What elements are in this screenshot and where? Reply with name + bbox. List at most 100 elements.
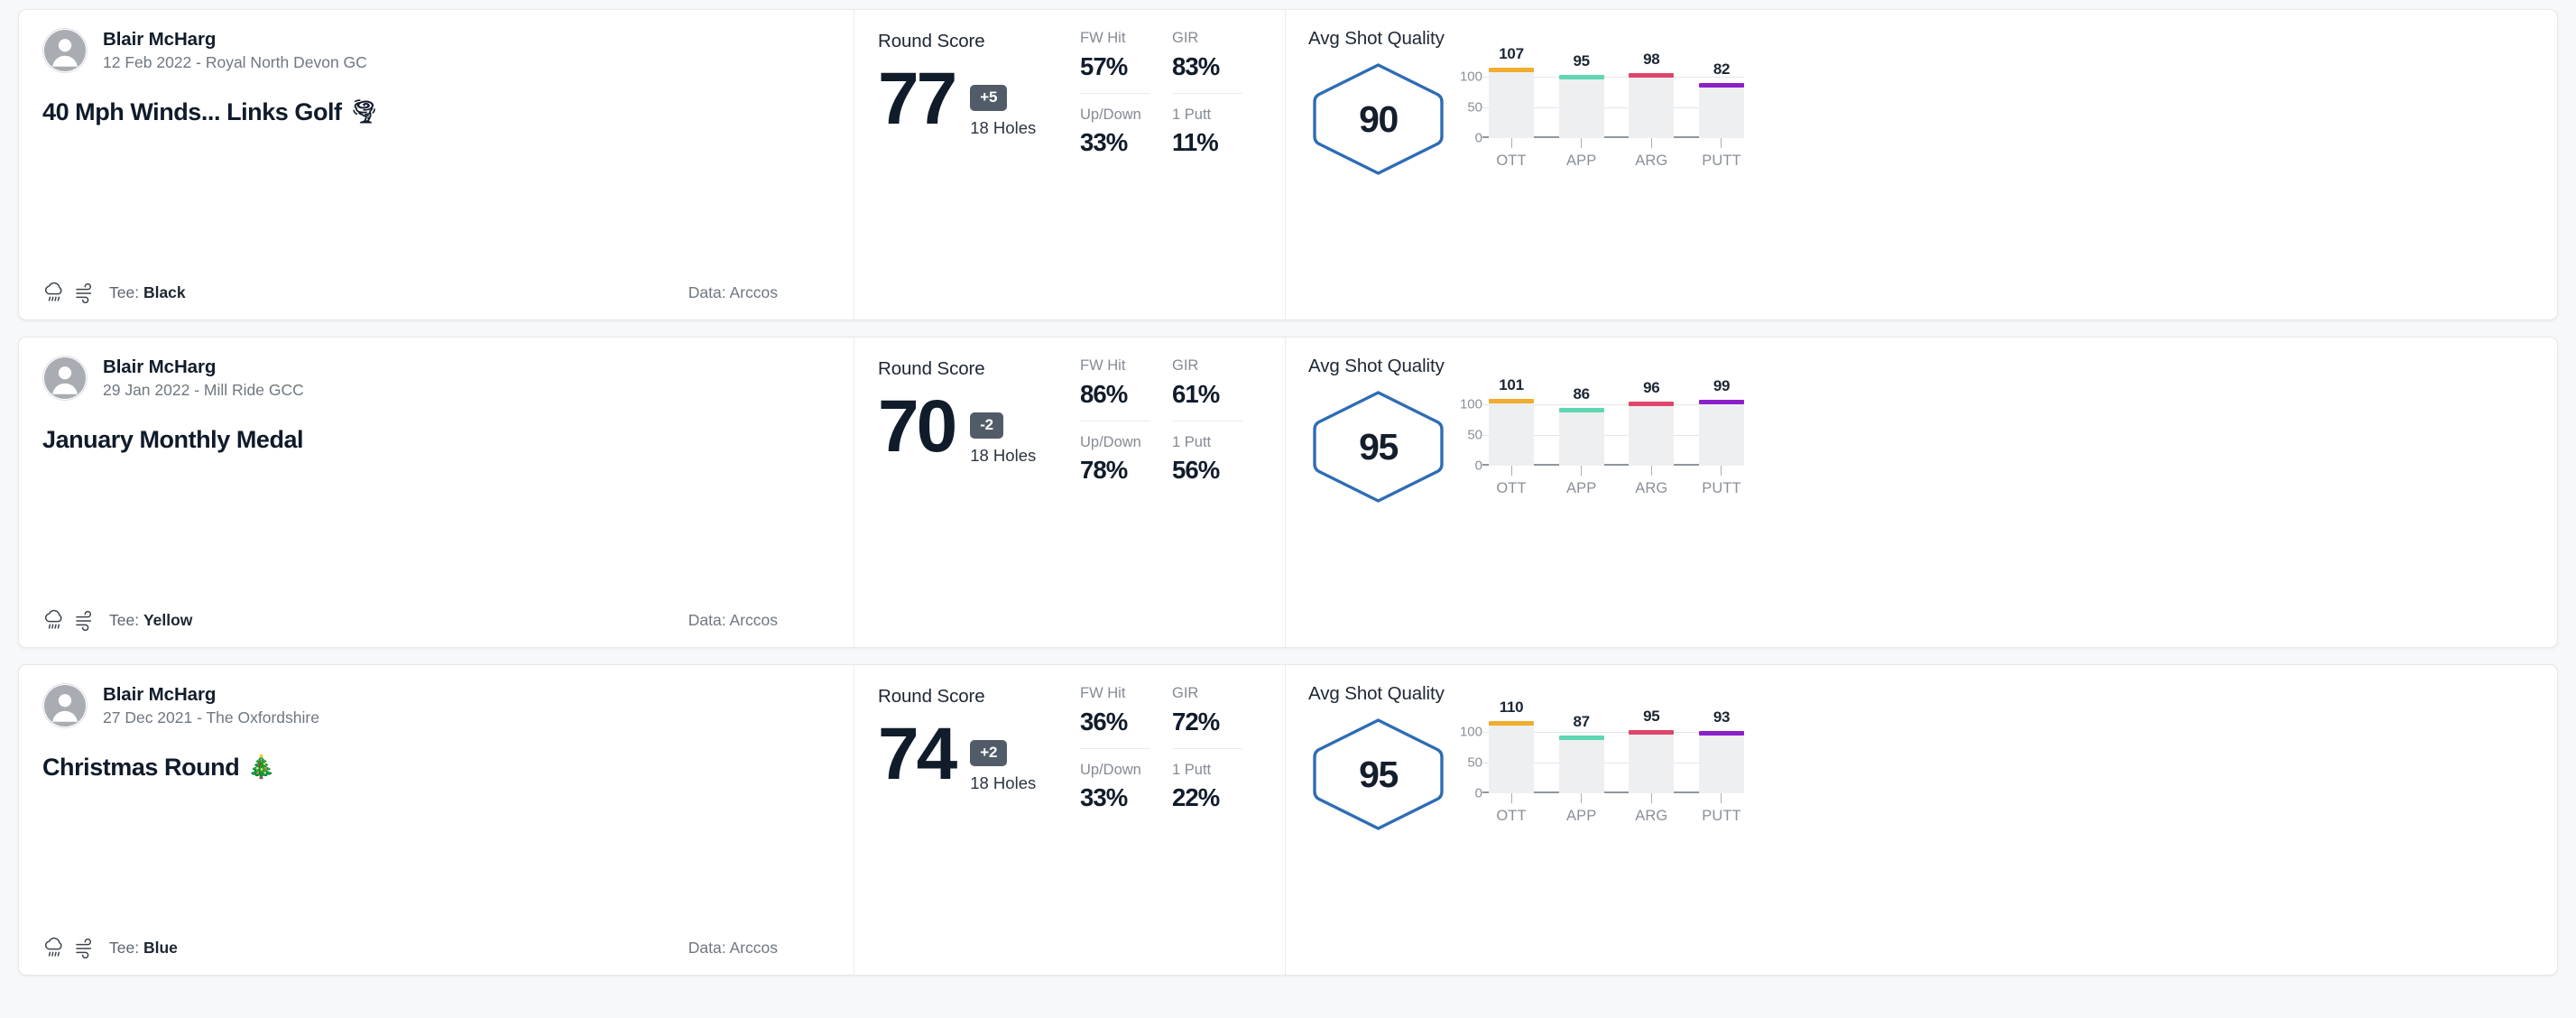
rain-cloud-icon: [42, 937, 66, 958]
bar-cap-app: [1558, 408, 1604, 413]
round-stats-grid: FW Hit 57% GIR 83% Up/Down 33% 1 Putt 11%: [1080, 28, 1285, 303]
chart-bars: 107 95 98 82: [1489, 45, 1744, 138]
stat-value: 72%: [1172, 707, 1220, 736]
y-axis-tick-label: 0: [1474, 785, 1482, 801]
chart-x-labels: OTT APP ARG PUTT: [1489, 480, 1744, 497]
chart-x-labels: OTT APP ARG PUTT: [1489, 808, 1744, 825]
bar-value-label: 93: [1713, 708, 1731, 726]
bar-track: [1629, 730, 1675, 793]
bar-value-label: 86: [1573, 385, 1591, 403]
round-title[interactable]: Christmas Round 🎄: [42, 753, 830, 782]
bar-value-label: 95: [1643, 708, 1660, 726]
avg-shot-quality-value: 95: [1359, 425, 1399, 467]
stat-cell: FW Hit 86%: [1080, 357, 1150, 421]
y-axis-tick-label: 50: [1467, 427, 1482, 443]
x-axis-label-putt: PUTT: [1702, 808, 1741, 824]
data-source-label: Data: Arccos: [688, 938, 778, 957]
bar-track: [1558, 735, 1604, 793]
x-tick-mark: [1629, 793, 1674, 805]
round-card[interactable]: Blair McHarg 27 Dec 2021 - The Oxfordshir…: [18, 664, 2558, 976]
round-stats-grid: FW Hit 86% GIR 61% Up/Down 78% 1 Putt 56%: [1080, 356, 1285, 631]
stat-cell: Up/Down 33%: [1080, 762, 1150, 825]
user-row: Blair McHarg 12 Feb 2022 - Royal North De…: [42, 28, 830, 73]
stat-value: 61%: [1172, 379, 1220, 408]
round-date-course: 29 Jan 2022 - Mill Ride GCC: [103, 380, 304, 399]
stat-cell: FW Hit 57%: [1080, 30, 1150, 94]
stat-cell: 1 Putt 11%: [1172, 106, 1242, 170]
round-score-section: Round Score 70 -2 18 Holes FW Hit 86% GIR 61% Up…: [854, 338, 1285, 647]
chart-bar-putt[interactable]: 99: [1698, 377, 1744, 466]
stat-name: FW Hit: [1080, 357, 1126, 374]
stat-name: FW Hit: [1080, 30, 1126, 46]
stat-value: 33%: [1080, 128, 1128, 157]
x-tick-mark: [1629, 138, 1674, 150]
chart-bar-app[interactable]: 87: [1558, 713, 1604, 793]
user-meta: Blair McHarg 29 Jan 2022 - Mill Ride GCC: [103, 356, 304, 400]
holes-played-label: 18 Holes: [970, 773, 1037, 792]
round-card[interactable]: Blair McHarg 29 Jan 2022 - Mill Ride GCC J…: [18, 337, 2558, 648]
avg-shot-quality-label: Avg Shot Quality: [1308, 28, 1445, 49]
avatar[interactable]: [42, 683, 88, 728]
x-axis-label-putt: PUTT: [1702, 153, 1741, 169]
tee-prefix: Tee:: [109, 282, 140, 301]
shot-quality-chart: 100 50 0 101 86 96 99 OTT APP ARG PUTT: [1455, 376, 2534, 504]
chart-bar-app[interactable]: 95: [1558, 52, 1604, 138]
avg-shot-quality-hexagon: 95: [1308, 716, 1448, 833]
chart-bar-app[interactable]: 86: [1558, 385, 1604, 466]
stat-cell: FW Hit 36%: [1080, 685, 1150, 749]
bar-cap-ott: [1489, 720, 1534, 726]
round-score-section: Round Score 77 +5 18 Holes FW Hit 57% GIR 83% Up…: [854, 10, 1285, 319]
to-par-badge: -2: [970, 412, 1003, 439]
bar-track: [1629, 402, 1675, 466]
bar-cap-arg: [1629, 73, 1675, 79]
rounds-feed: Blair McHarg 12 Feb 2022 - Royal North De…: [0, 0, 2576, 990]
bar-value-label: 101: [1499, 375, 1524, 393]
score-block: Round Score 74 +2 18 Holes: [878, 683, 1075, 958]
chart-bar-arg[interactable]: 96: [1629, 379, 1675, 466]
chart-bar-putt[interactable]: 93: [1698, 708, 1744, 793]
stat-name: GIR: [1172, 685, 1199, 701]
round-score-label: Round Score: [878, 686, 985, 707]
stat-name: Up/Down: [1080, 761, 1141, 778]
user-meta: Blair McHarg 27 Dec 2021 - The Oxfordshir…: [103, 684, 319, 727]
chart-x-labels: OTT APP ARG PUTT: [1489, 153, 1744, 170]
avatar[interactable]: [42, 356, 88, 401]
chart-bar-ott[interactable]: 110: [1489, 699, 1534, 793]
bar-value-label: 110: [1499, 698, 1524, 716]
holes-played-label: 18 Holes: [970, 445, 1037, 465]
score-row: 77 +5 18 Holes: [878, 58, 1075, 140]
chart-plot-area: 110 87 95 93: [1482, 699, 1744, 793]
chart-bar-ott[interactable]: 107: [1489, 45, 1534, 138]
bar-cap-arg: [1629, 730, 1675, 736]
bar-track: [1629, 73, 1675, 138]
round-footer: Tee: Black Data: Arccos: [42, 282, 830, 303]
round-title[interactable]: January Monthly Medal: [42, 425, 830, 454]
tee-label: Tee: Black: [109, 283, 186, 302]
chart-bar-putt[interactable]: 82: [1698, 60, 1744, 138]
stat-name: FW Hit: [1080, 685, 1126, 701]
user-name: Blair McHarg: [103, 29, 217, 51]
shot-quality-body: 90 100 50 0 107 95 98 82 OTT APP ARG PUTT: [1308, 45, 2534, 178]
bar-cap-ott: [1489, 67, 1534, 72]
bar-value-label: 95: [1573, 52, 1591, 70]
score-block: Round Score 70 -2 18 Holes: [878, 356, 1075, 631]
round-score-value: 70: [878, 385, 957, 467]
user-name: Blair McHarg: [103, 684, 217, 706]
tee-label: Tee: Yellow: [109, 611, 192, 630]
chart-bar-ott[interactable]: 101: [1489, 376, 1534, 466]
round-card[interactable]: Blair McHarg 12 Feb 2022 - Royal North De…: [18, 9, 2558, 320]
bar-track: [1698, 731, 1744, 793]
shot-quality-section: Avg Shot Quality 95 100 50 0 110 87 95 93 OTT APP…: [1285, 665, 2557, 975]
round-score-value: 77: [878, 58, 957, 140]
avatar[interactable]: [42, 28, 88, 73]
y-axis-tick-label: 0: [1474, 458, 1482, 474]
chart-bar-arg[interactable]: 95: [1629, 708, 1675, 793]
round-title[interactable]: 40 Mph Winds... Links Golf 🌪: [42, 97, 830, 126]
bar-value-label: 87: [1573, 712, 1591, 730]
stat-value: 57%: [1080, 51, 1128, 80]
round-score-label: Round Score: [878, 358, 985, 379]
chart-inner: 100 50 0 107 95 98 82 OTT APP ARG PUTT: [1455, 45, 1744, 177]
y-axis-tick-label: 50: [1467, 754, 1482, 771]
chart-bar-arg[interactable]: 98: [1629, 51, 1675, 138]
conditions-icons: [42, 282, 97, 303]
